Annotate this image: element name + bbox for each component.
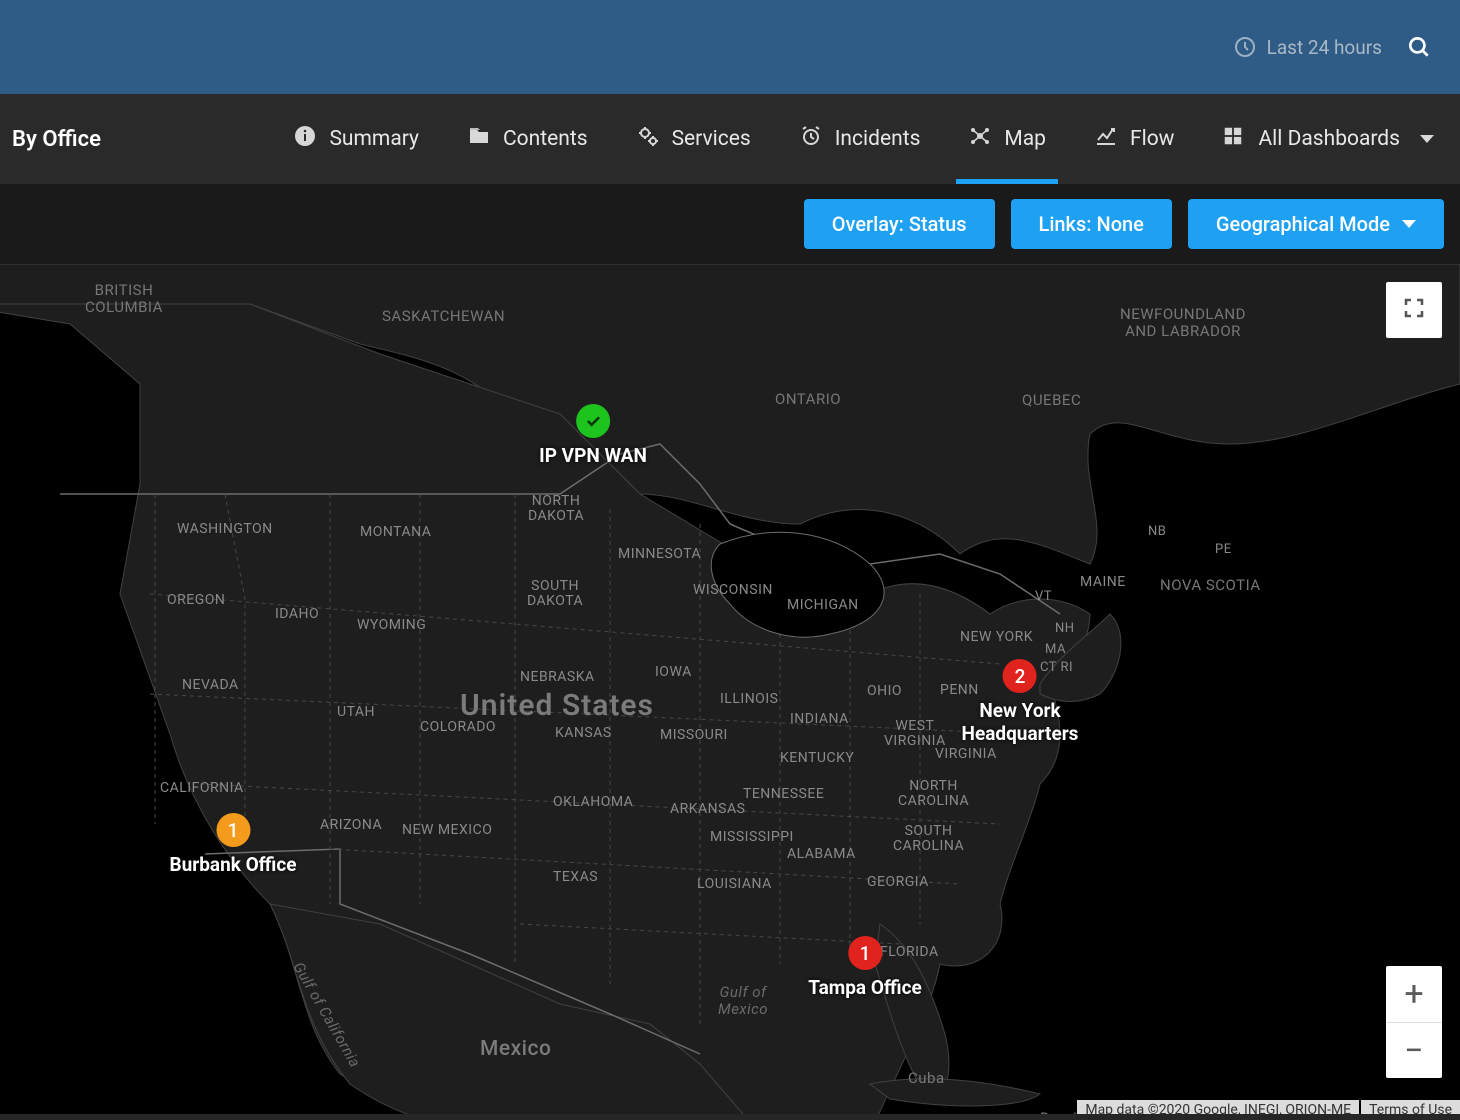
status-warning-badge: 1 xyxy=(216,813,250,847)
zoom-out-button[interactable]: − xyxy=(1386,1022,1442,1078)
status-ok-icon xyxy=(576,404,610,438)
grid-icon xyxy=(1222,125,1244,153)
search-button[interactable] xyxy=(1406,34,1432,60)
tab-all-dashboards[interactable]: All Dashboards xyxy=(1198,94,1444,184)
tab-services[interactable]: Services xyxy=(612,94,775,184)
clock-icon xyxy=(1233,35,1257,59)
chevron-down-icon xyxy=(1402,220,1416,228)
node-tampa-office[interactable]: 1 Tampa Office xyxy=(808,936,922,999)
tab-flow[interactable]: Flow xyxy=(1070,94,1198,184)
page-title: By Office xyxy=(10,127,101,152)
map-svg xyxy=(0,264,1460,1120)
mode-selector[interactable]: Geographical Mode xyxy=(1188,199,1444,249)
chart-icon xyxy=(1094,124,1118,154)
gears-icon xyxy=(636,124,660,154)
links-selector[interactable]: Links: None xyxy=(1011,199,1172,249)
info-icon xyxy=(293,124,317,154)
overlay-selector[interactable]: Overlay: Status xyxy=(804,199,995,249)
top-bar: Last 24 hours xyxy=(0,0,1460,94)
folder-icon xyxy=(467,124,491,154)
map-controls: Overlay: Status Links: None Geographical… xyxy=(0,184,1460,264)
status-critical-badge: 2 xyxy=(1003,659,1037,693)
zoom-in-button[interactable]: + xyxy=(1386,966,1442,1022)
time-range-label: Last 24 hours xyxy=(1267,36,1382,59)
search-icon xyxy=(1406,34,1432,60)
tab-bar: By Office Summary Contents Services Inci… xyxy=(0,94,1460,184)
map-canvas[interactable]: United States Mexico BRITISH COLUMBIA SA… xyxy=(0,264,1460,1120)
zoom-control: + − xyxy=(1386,966,1442,1078)
node-burbank-office[interactable]: 1 Burbank Office xyxy=(169,813,296,876)
network-icon xyxy=(968,124,992,154)
alarm-icon xyxy=(799,124,823,154)
status-critical-badge: 1 xyxy=(848,936,882,970)
fullscreen-button[interactable] xyxy=(1386,282,1442,338)
time-range-selector[interactable]: Last 24 hours xyxy=(1233,35,1382,59)
node-ny-headquarters[interactable]: 2 New York Headquarters xyxy=(962,659,1079,745)
scrollbar[interactable] xyxy=(0,1114,1460,1120)
tab-contents[interactable]: Contents xyxy=(443,94,612,184)
chevron-down-icon xyxy=(1420,135,1434,143)
fullscreen-icon xyxy=(1402,296,1426,324)
tab-summary[interactable]: Summary xyxy=(269,94,443,184)
tab-incidents[interactable]: Incidents xyxy=(775,94,945,184)
node-ip-vpn-wan[interactable]: IP VPN WAN xyxy=(539,404,647,467)
tab-map[interactable]: Map xyxy=(944,94,1070,184)
